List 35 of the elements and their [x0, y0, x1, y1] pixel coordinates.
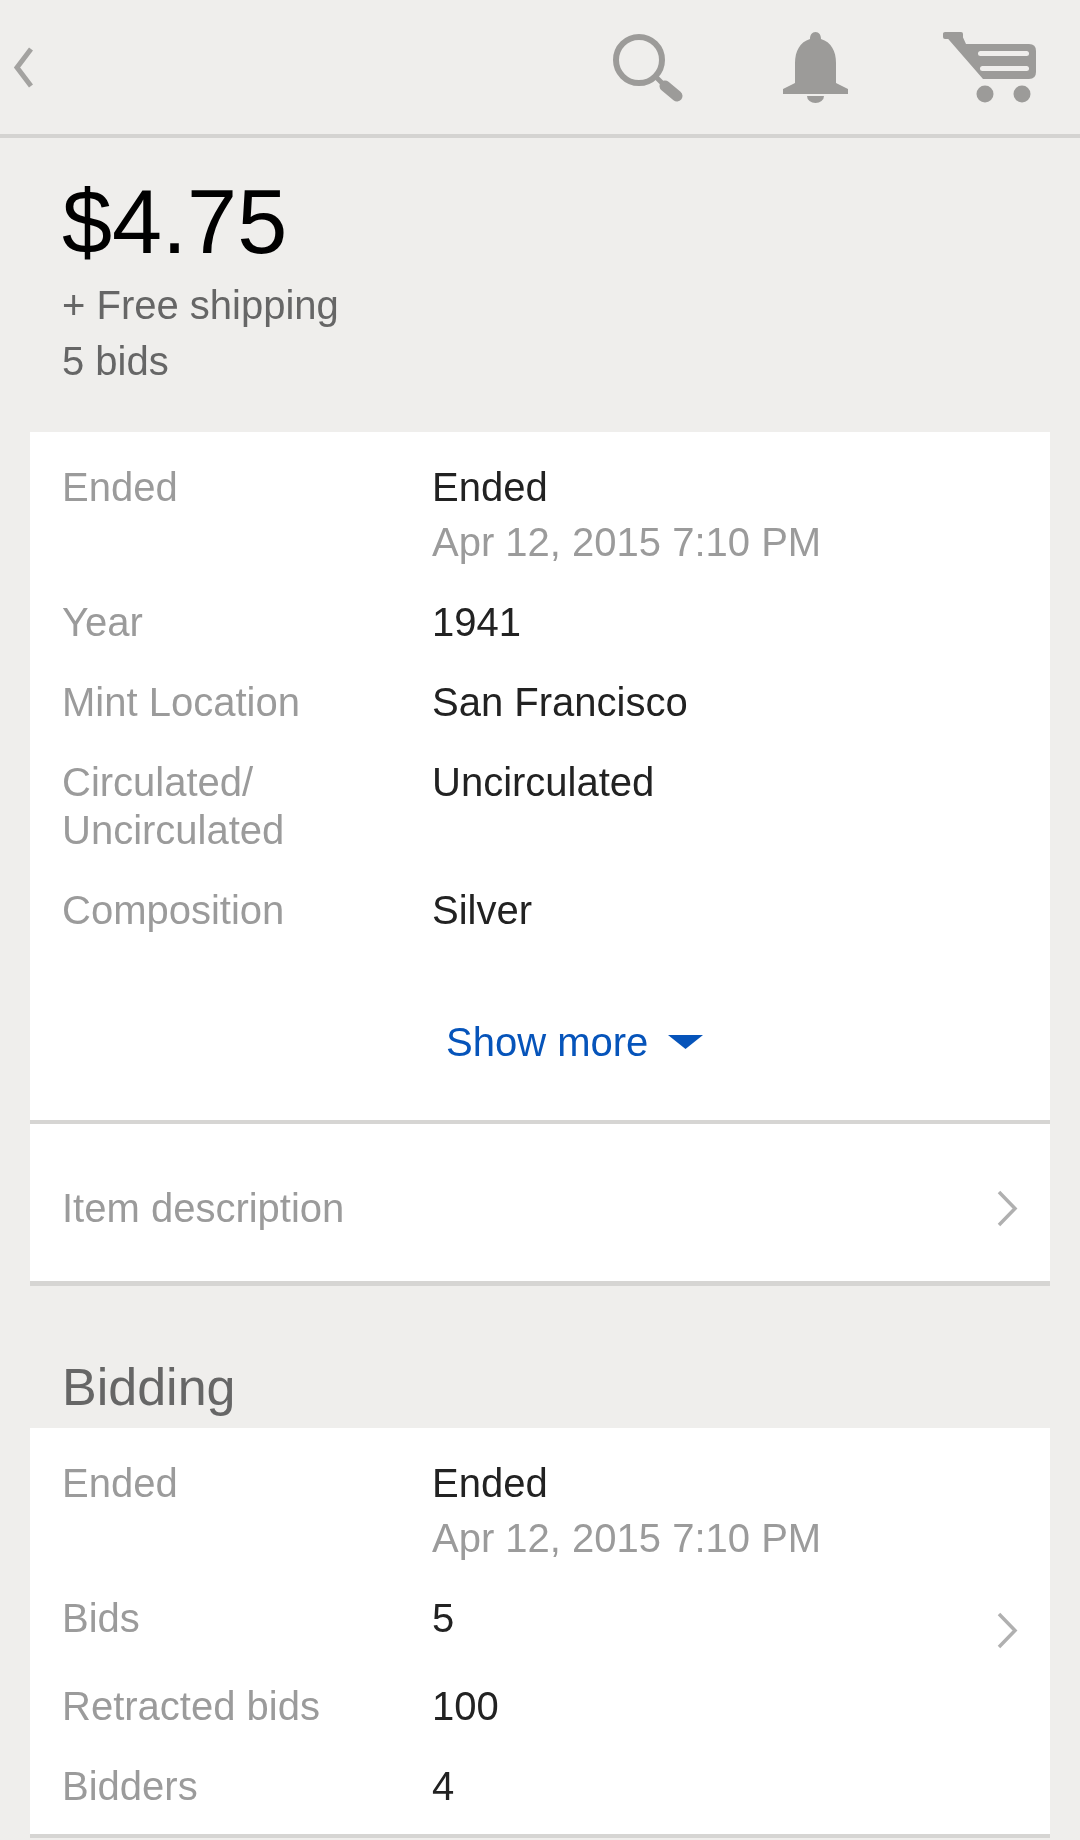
- field-value: 4: [432, 1763, 455, 1810]
- show-more-button[interactable]: Show more: [446, 1018, 704, 1066]
- field-value: 1941: [432, 599, 521, 646]
- search-button[interactable]: [611, 32, 684, 102]
- notifications-button[interactable]: [782, 31, 849, 103]
- field-label: Bids: [62, 1595, 140, 1642]
- field-label: Mint Location: [62, 679, 300, 726]
- end-date: Apr 12, 2015 7:10 PM: [432, 1515, 822, 1562]
- field-label: Bidders: [62, 1763, 198, 1810]
- cart-button[interactable]: [943, 31, 1036, 103]
- price: $4.75: [62, 177, 288, 267]
- field-value: San Francisco: [432, 679, 688, 726]
- field-value: 5: [432, 1595, 455, 1642]
- field-label: Composition: [62, 887, 285, 934]
- field-label: Retracted bids: [62, 1683, 320, 1730]
- chevron-left-icon: [12, 45, 34, 89]
- field-value: 100: [432, 1683, 499, 1730]
- chevron-right-icon: [995, 1188, 1019, 1228]
- field-value: Ended: [432, 1460, 548, 1507]
- field-label: Year: [62, 599, 143, 646]
- chevron-right-icon[interactable]: [995, 1611, 1019, 1650]
- end-date: Apr 12, 2015 7:10 PM: [432, 519, 822, 566]
- bid-count: 5 bids: [62, 338, 169, 385]
- field-label: Ended: [62, 464, 178, 511]
- search-icon: [611, 32, 684, 102]
- field-value: Silver: [432, 887, 533, 934]
- section-heading: Bidding: [62, 1357, 236, 1417]
- field-value: Uncirculated: [432, 759, 655, 806]
- bell-icon: [782, 31, 849, 103]
- shipping-text: + Free shipping: [62, 282, 339, 329]
- field-value: Ended: [432, 464, 548, 511]
- cart-icon: [943, 31, 1036, 103]
- back-button[interactable]: [12, 45, 34, 89]
- field-label: Circulated/Uncirculated: [62, 759, 286, 854]
- field-label: Ended: [62, 1460, 178, 1507]
